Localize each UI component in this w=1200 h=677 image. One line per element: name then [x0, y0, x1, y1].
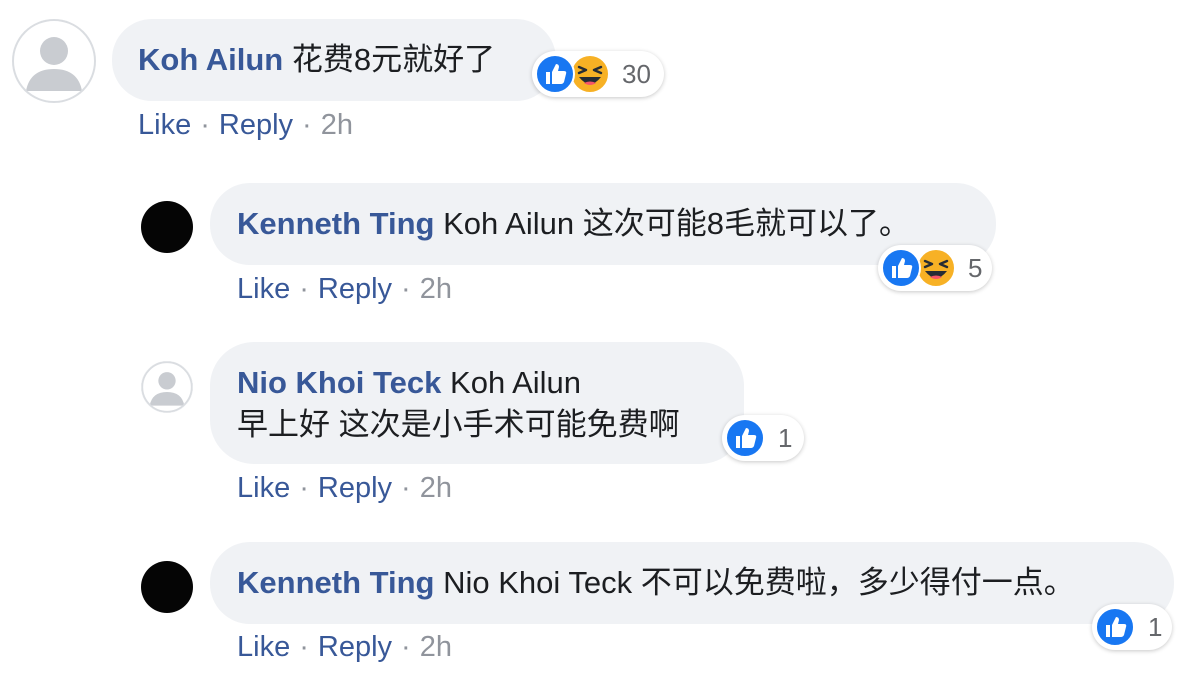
- like-icon: [1095, 607, 1135, 647]
- reaction-summary[interactable]: 1: [722, 415, 804, 461]
- comment-actions: Like · Reply · 2h: [237, 470, 452, 506]
- timestamp[interactable]: 2h: [420, 631, 452, 663]
- separator: ·: [299, 273, 309, 305]
- separator: ·: [401, 631, 411, 663]
- like-button[interactable]: Like: [237, 472, 290, 504]
- comment-text: 这次可能8毛就可以了。: [582, 206, 910, 241]
- default-avatar-icon: [12, 19, 96, 103]
- like-button[interactable]: Like: [138, 109, 191, 141]
- reply-button[interactable]: Reply: [318, 631, 392, 663]
- comment-line: Nio Khoi Teck Koh Ailun: [237, 363, 581, 403]
- haha-icon: [916, 248, 956, 288]
- reaction-summary[interactable]: 30: [532, 51, 664, 97]
- comment-line: Kenneth Ting Koh Ailun 这次可能8毛就可以了。: [237, 204, 910, 244]
- reaction-count: 1: [1148, 612, 1163, 642]
- avatar[interactable]: [141, 201, 193, 253]
- mention-link[interactable]: Koh Ailun: [450, 365, 581, 400]
- comment-actions: Like · Reply · 2h: [237, 629, 452, 665]
- separator: ·: [299, 631, 309, 663]
- reaction-count: 5: [968, 253, 983, 283]
- separator: ·: [401, 472, 411, 504]
- avatar[interactable]: [141, 561, 193, 613]
- timestamp[interactable]: 2h: [420, 273, 452, 305]
- reaction-count: 30: [622, 59, 651, 89]
- avatar[interactable]: [12, 19, 96, 103]
- reply-button[interactable]: Reply: [318, 472, 392, 504]
- avatar[interactable]: [141, 361, 193, 413]
- mention-link[interactable]: Nio Khoi Teck: [443, 565, 632, 600]
- like-button[interactable]: Like: [237, 631, 290, 663]
- separator: ·: [401, 273, 411, 305]
- reaction-count: 1: [778, 423, 793, 453]
- comment-actions: Like · Reply · 2h: [138, 107, 353, 143]
- comment-author-link[interactable]: Koh Ailun: [138, 42, 283, 77]
- comment-author-link[interactable]: Nio Khoi Teck: [237, 365, 441, 400]
- default-avatar-icon: [141, 361, 193, 413]
- comment-author-link[interactable]: Kenneth Ting: [237, 565, 434, 600]
- like-icon: [881, 248, 921, 288]
- reaction-summary[interactable]: 1: [1092, 604, 1172, 650]
- haha-icon: [570, 54, 610, 94]
- like-icon: [725, 418, 765, 458]
- separator: ·: [200, 109, 210, 141]
- timestamp[interactable]: 2h: [420, 472, 452, 504]
- comment-line: Kenneth Ting Nio Khoi Teck 不可以免费啦，多少得付一点…: [237, 563, 1075, 603]
- comment-text: 早上好 这次是小手术可能免费啊: [237, 407, 680, 442]
- mention-link[interactable]: Koh Ailun: [443, 206, 574, 241]
- comment-text: 花费8元就好了: [291, 42, 496, 77]
- reply-button[interactable]: Reply: [219, 109, 293, 141]
- separator: ·: [299, 472, 309, 504]
- comment-bubble: [210, 342, 744, 464]
- timestamp[interactable]: 2h: [321, 109, 353, 141]
- like-icon: [535, 54, 575, 94]
- comment-line: Koh Ailun 花费8元就好了: [138, 40, 495, 80]
- comment-author-link[interactable]: Kenneth Ting: [237, 206, 434, 241]
- comment-actions: Like · Reply · 2h: [237, 271, 452, 307]
- separator: ·: [302, 109, 312, 141]
- reply-button[interactable]: Reply: [318, 273, 392, 305]
- like-button[interactable]: Like: [237, 273, 290, 305]
- reaction-summary[interactable]: 5: [878, 245, 992, 291]
- comment-text: 不可以免费啦，多少得付一点。: [640, 565, 1075, 600]
